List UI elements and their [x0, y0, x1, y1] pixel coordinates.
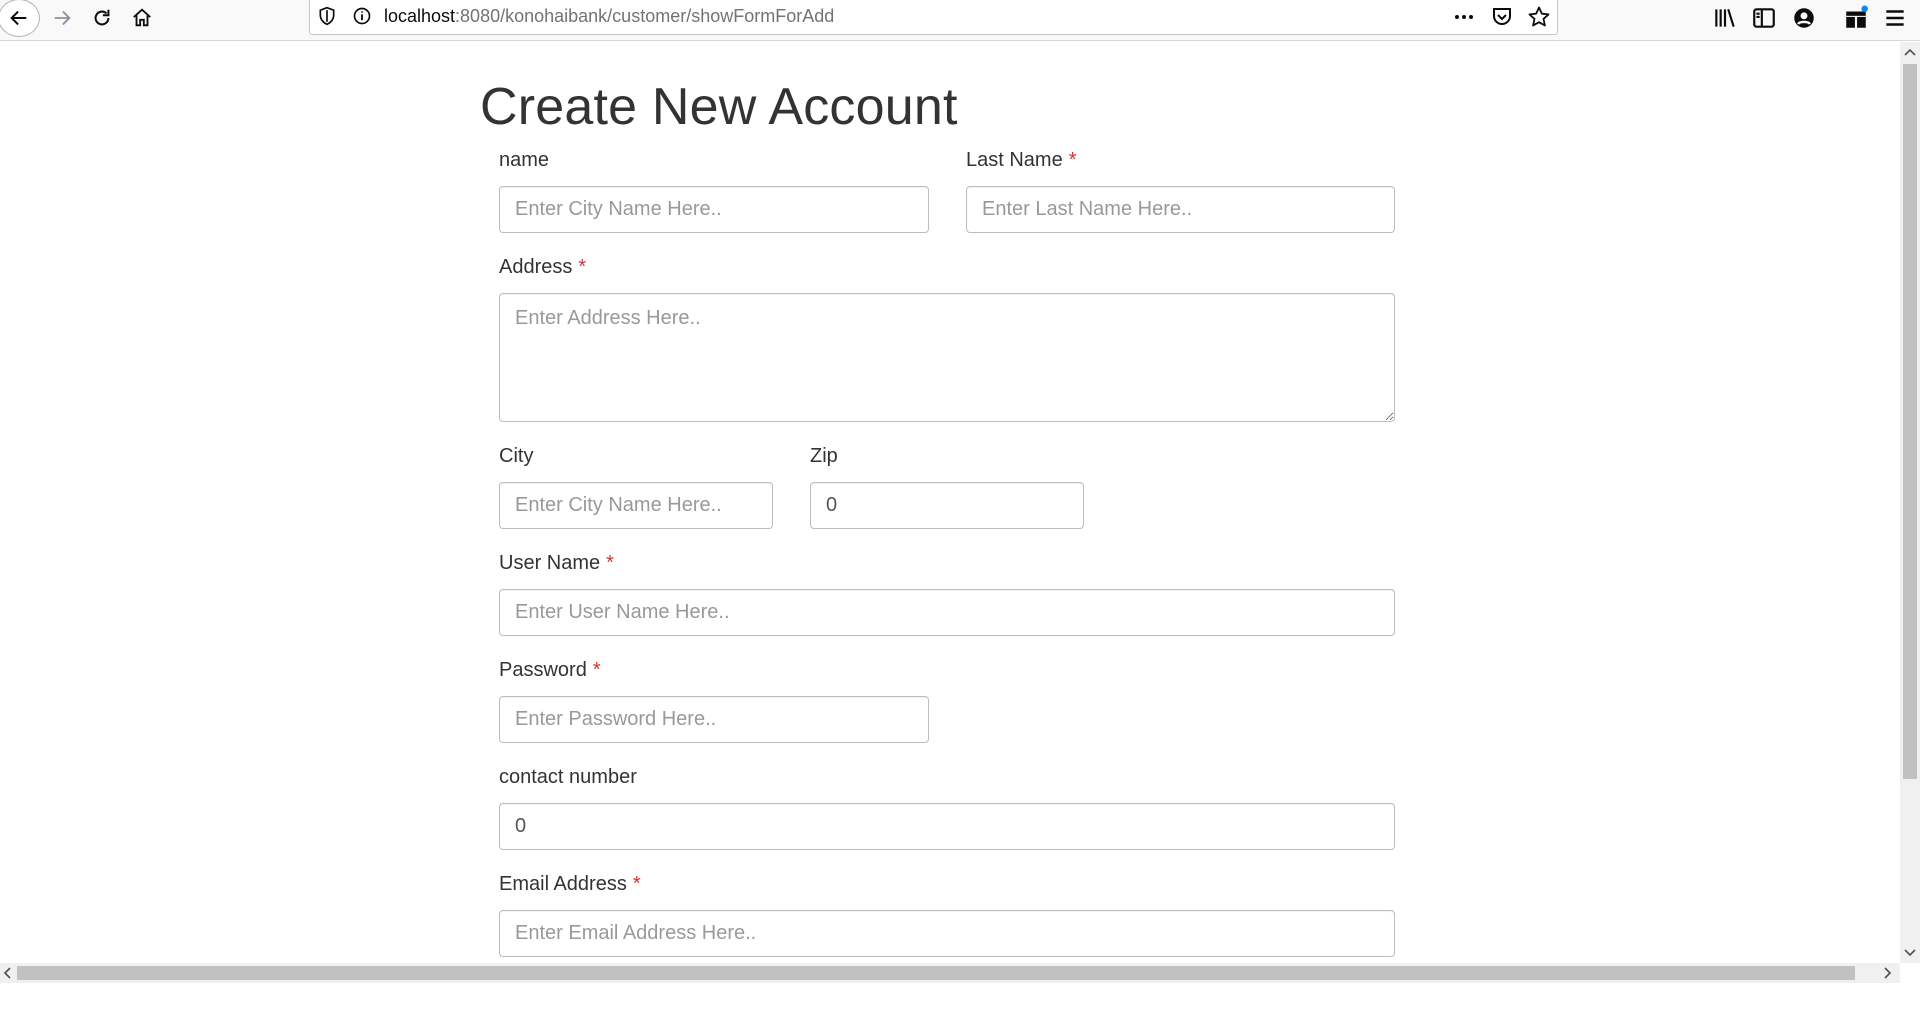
last-name-label-text: Last Name	[966, 149, 1063, 171]
star-icon	[1528, 6, 1550, 27]
name-label-text: name	[499, 149, 550, 171]
zip-label: Zip	[810, 445, 838, 468]
last-name-label: Last Name *	[966, 149, 1077, 172]
url-path: :8080/konohaibank/customer/showFormForAd…	[455, 6, 835, 26]
extension-button[interactable]	[1843, 5, 1869, 31]
hamburger-menu-icon	[1886, 10, 1904, 26]
password-label: Password *	[499, 659, 601, 682]
sidebar-button[interactable]	[1751, 5, 1777, 31]
email-input[interactable]	[499, 910, 1395, 957]
browser-toolbar: localhost:8080/konohaibank/customer/show…	[0, 0, 1920, 41]
url-host: localhost	[384, 6, 456, 26]
chevron-left-icon	[3, 967, 11, 979]
forward-button[interactable]	[42, 0, 82, 36]
site-info-button[interactable]	[352, 6, 372, 26]
address-label: Address *	[499, 256, 586, 279]
last-name-input[interactable]	[966, 186, 1395, 233]
address-label-text: Address	[499, 256, 573, 278]
menu-button[interactable]	[1882, 5, 1908, 31]
scroll-down-button[interactable]	[1900, 943, 1920, 963]
bookmark-button[interactable]	[1527, 5, 1551, 29]
chevron-down-icon	[1904, 949, 1916, 957]
required-marker: *	[606, 552, 614, 574]
city-label: City	[499, 445, 533, 468]
user-name-label-text: User Name	[499, 552, 601, 574]
scroll-left-button[interactable]	[0, 963, 17, 983]
pocket-button[interactable]	[1490, 5, 1514, 29]
url-text[interactable]: localhost:8080/konohaibank/customer/show…	[384, 6, 834, 27]
tracking-protection-button[interactable]	[317, 6, 337, 26]
shield-icon	[319, 6, 335, 26]
url-bar[interactable]: localhost:8080/konohaibank/customer/show…	[309, 0, 1558, 35]
info-icon	[353, 7, 371, 25]
back-arrow-icon	[10, 10, 27, 26]
name-label: name	[499, 149, 549, 172]
reload-button[interactable]	[82, 0, 122, 36]
page-viewport: Create New Account name Last Name* Addre…	[0, 42, 1900, 963]
vertical-scrollbar-thumb[interactable]	[1903, 64, 1917, 779]
horizontal-scrollbar[interactable]	[0, 963, 1900, 983]
email-label: Email Address *	[499, 873, 641, 896]
vertical-scrollbar[interactable]	[1900, 42, 1920, 963]
chevron-up-icon	[1904, 48, 1916, 56]
zip-input[interactable]	[810, 482, 1084, 529]
contact-number-label: contact number	[499, 766, 637, 789]
more-icon	[1455, 15, 1473, 19]
back-button[interactable]	[0, 0, 40, 37]
user-name-input[interactable]	[499, 589, 1395, 636]
chevron-right-icon	[1884, 967, 1892, 979]
reload-icon	[94, 9, 110, 26]
scroll-up-button[interactable]	[1900, 42, 1920, 62]
home-button[interactable]	[122, 0, 162, 36]
blank-area	[0, 983, 1920, 1030]
required-marker: *	[592, 659, 601, 681]
home-icon	[133, 8, 151, 27]
scrollbar-corner	[1900, 963, 1920, 983]
city-label-text: City	[499, 445, 534, 467]
sidebar-icon	[1753, 8, 1775, 28]
password-label-text: Password	[499, 659, 587, 681]
required-marker: *	[1068, 149, 1077, 171]
library-icon	[1715, 9, 1735, 27]
city-input[interactable]	[499, 482, 773, 529]
page-actions-button[interactable]	[1452, 5, 1476, 29]
account-button[interactable]	[1791, 5, 1817, 31]
user-name-label: User Name *	[499, 552, 614, 575]
forward-arrow-icon	[54, 10, 71, 26]
required-marker: *	[578, 256, 587, 278]
address-textarea[interactable]	[499, 293, 1395, 422]
pocket-icon	[1493, 8, 1511, 25]
contact-number-input[interactable]	[499, 803, 1395, 850]
password-input[interactable]	[499, 696, 929, 743]
required-marker: *	[632, 873, 641, 895]
email-label-text: Email Address	[499, 873, 627, 895]
horizontal-scrollbar-thumb[interactable]	[17, 966, 1855, 980]
zip-label-text: Zip	[810, 445, 838, 467]
account-icon	[1794, 8, 1814, 28]
page-title: Create New Account	[480, 78, 958, 136]
contact-number-label-text: contact number	[499, 766, 637, 788]
extension-icon	[1846, 5, 1868, 28]
library-button[interactable]	[1712, 5, 1738, 31]
scroll-right-button[interactable]	[1878, 963, 1898, 983]
name-input[interactable]	[499, 186, 929, 233]
